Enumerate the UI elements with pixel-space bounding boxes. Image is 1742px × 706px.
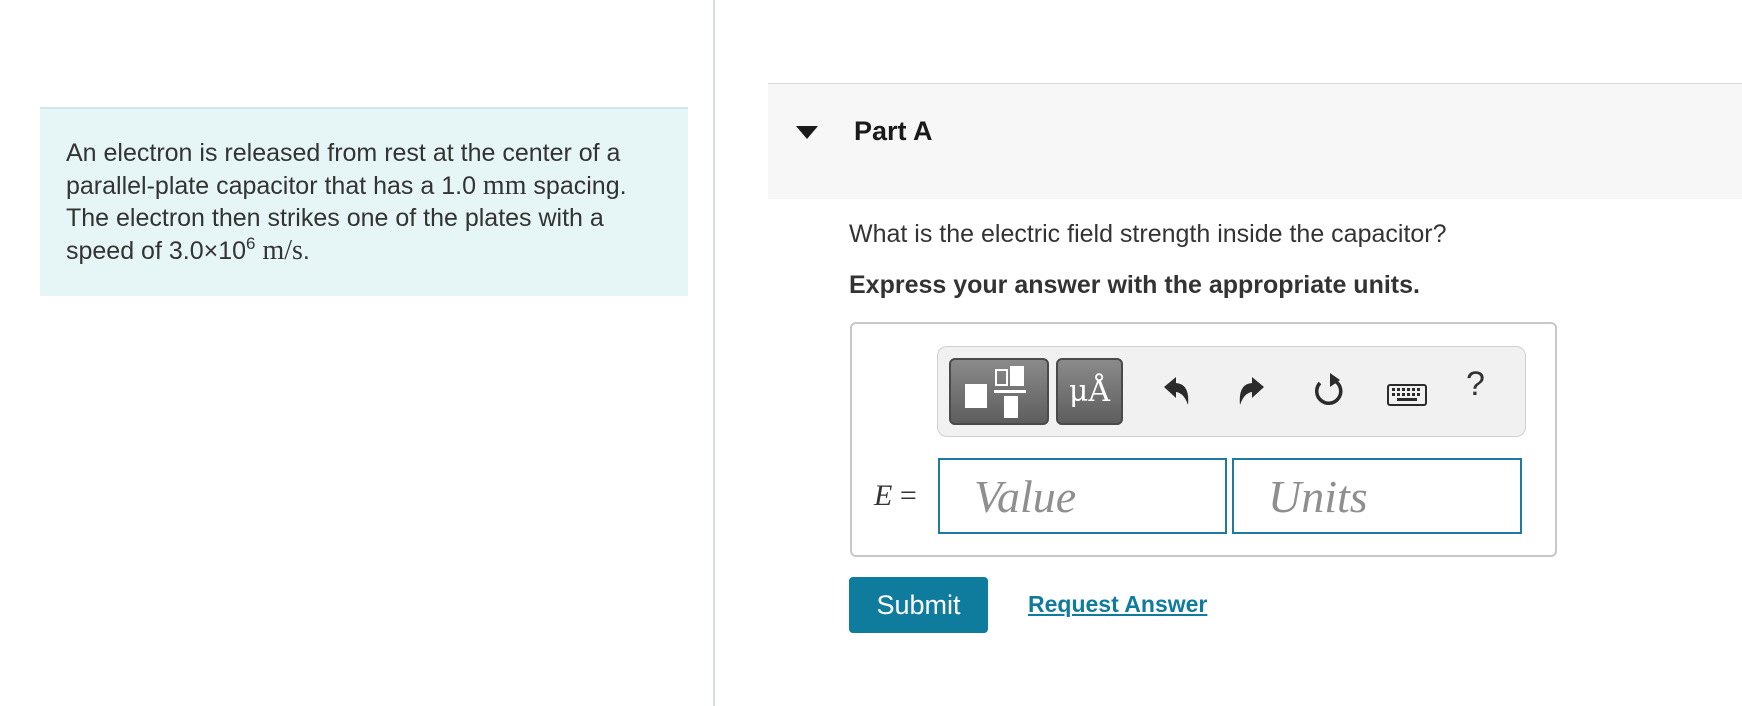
help-icon[interactable]: ?: [1466, 365, 1485, 404]
request-answer-link[interactable]: Request Answer: [1028, 591, 1207, 618]
problem-line-2: parallel-plate capacitor that has a 1.0 …: [66, 170, 662, 203]
value-input[interactable]: [938, 458, 1227, 534]
part-a-header[interactable]: Part A: [768, 83, 1742, 199]
problem-text: parallel-plate capacitor that has a 1.0: [66, 171, 483, 200]
undo-button[interactable]: [1154, 367, 1198, 417]
submit-button[interactable]: Submit: [849, 577, 988, 633]
problem-line-4: speed of 3.0×106 m/s.: [66, 235, 662, 268]
units-button[interactable]: μÅ: [1056, 358, 1123, 425]
question-text: What is the electric field strength insi…: [849, 220, 1447, 248]
units-icon: μÅ: [1068, 374, 1111, 409]
equals-sign: =: [899, 479, 917, 512]
problem-line-1: An electron is released from rest at the…: [66, 139, 621, 167]
reset-button[interactable]: [1307, 367, 1351, 417]
problem-text: speed of 3.0×10: [66, 236, 247, 265]
exponent: 6: [246, 233, 256, 253]
redo-button[interactable]: [1230, 367, 1274, 417]
redo-icon: [1239, 377, 1264, 405]
problem-text: spacing.: [526, 171, 627, 200]
variable-symbol: E: [874, 479, 893, 512]
problem-line-3: The electron then strikes one of the pla…: [66, 204, 604, 232]
problem-text: .: [302, 236, 310, 265]
reset-icon: [1315, 373, 1343, 405]
problem-statement: An electron is released from rest at the…: [40, 107, 688, 296]
collapse-caret-icon[interactable]: [796, 126, 818, 139]
panel-divider: [713, 0, 715, 706]
part-title: Part A: [854, 116, 933, 146]
keyboard-icon: [1387, 384, 1427, 406]
units-input[interactable]: [1232, 458, 1522, 534]
templates-button[interactable]: [949, 358, 1049, 425]
answer-box: μÅ ? E = Value Units: [850, 322, 1557, 557]
keyboard-button[interactable]: [1384, 367, 1432, 417]
templates-icon: [965, 366, 1026, 418]
unit-m-per-s: m/s: [262, 234, 303, 266]
instruction-text: Express your answer with the appropriate…: [849, 271, 1420, 299]
undo-icon: [1164, 377, 1189, 405]
unit-mm: mm: [482, 169, 527, 201]
equation-label: E =: [874, 479, 917, 513]
math-toolbar: μÅ ?: [937, 346, 1526, 437]
